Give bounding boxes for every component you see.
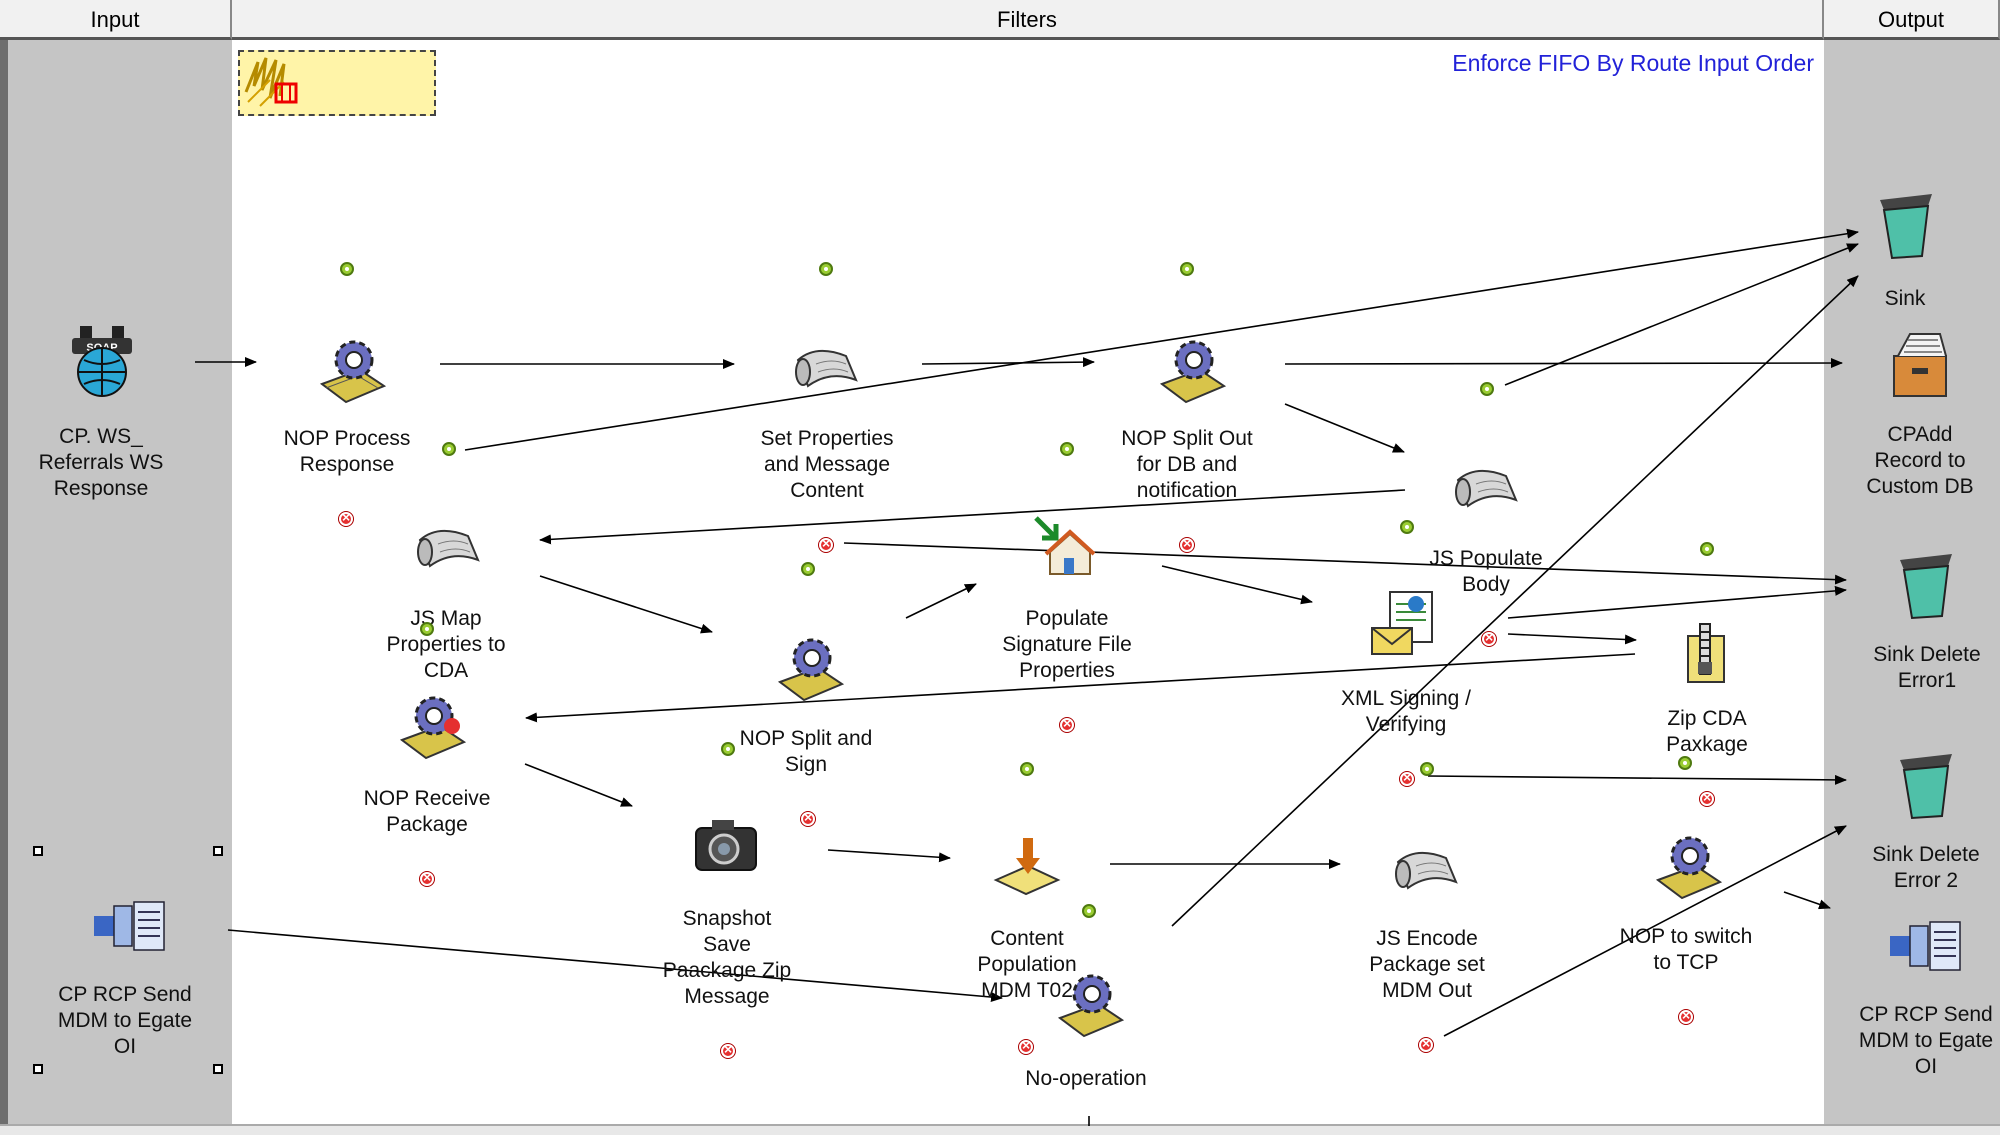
scroll-icon: [1455, 469, 1518, 508]
scroll-icon: [1395, 851, 1458, 890]
success-port[interactable]: [1400, 520, 1414, 534]
house-icon: [1034, 516, 1096, 575]
filter-node-label: No-operation: [1025, 1067, 1147, 1090]
error-port[interactable]: [721, 1041, 735, 1058]
filter-node-label: NOP Receive Package: [363, 787, 491, 836]
success-port[interactable]: [340, 262, 354, 276]
error-port[interactable]: [420, 869, 434, 886]
success-port[interactable]: [1060, 442, 1074, 456]
filter-node-label: Populate Signature File Properties: [1002, 607, 1132, 682]
output-node-label: CPAdd Record to Custom DB: [1866, 423, 1974, 498]
trash-icon: [1880, 194, 1932, 260]
xml-mail-icon: [1371, 591, 1433, 655]
soap-globe-icon: SOAP: [72, 326, 132, 397]
success-port[interactable]: [420, 622, 434, 636]
trash-icon: [1900, 554, 1952, 620]
gear-icon: [319, 340, 387, 404]
content-icon: [993, 838, 1061, 896]
error-port[interactable]: [801, 809, 815, 826]
success-port[interactable]: [1020, 762, 1034, 776]
selection-handle[interactable]: [213, 846, 223, 856]
selection-handle[interactable]: [33, 1064, 43, 1074]
success-port[interactable]: [1678, 756, 1692, 770]
error-port[interactable]: [1419, 1035, 1433, 1052]
zip-icon: [1687, 623, 1725, 683]
success-port[interactable]: [1700, 542, 1714, 556]
filter-node-label: JS Encode Package set MDM Out: [1369, 927, 1485, 1002]
connector-icon: [94, 901, 165, 951]
trash-icon: [1900, 754, 1952, 820]
filter-node-label: Snapshot Save Paackage Zip Message: [662, 907, 792, 1008]
connector-icon: [1890, 921, 1961, 971]
scroll-icon: [795, 349, 858, 388]
database-icon: [1893, 333, 1947, 397]
success-port[interactable]: [442, 442, 456, 456]
error-port[interactable]: [1400, 769, 1414, 786]
error-port[interactable]: [1060, 715, 1074, 732]
success-port[interactable]: [1082, 904, 1096, 918]
filter-node-label: NOP to switch to TCP: [1619, 925, 1753, 974]
success-port[interactable]: [1480, 382, 1494, 396]
input-node-label: CP RCP Send MDM to Egate OI: [57, 983, 193, 1058]
output-node-label: Sink Delete Error 2: [1872, 843, 1980, 892]
error-port[interactable]: [1679, 1007, 1693, 1024]
filter-node-label: NOP Split Out for DB and notification: [1121, 427, 1253, 502]
filter-node-label: XML Signing / Verifying: [1341, 687, 1471, 736]
error-port[interactable]: [1019, 1037, 1033, 1054]
filter-node-label: Set Properties and Message Content: [760, 427, 894, 502]
error-port[interactable]: [1180, 535, 1194, 552]
filter-node-label: NOP Process Response: [283, 427, 411, 476]
input-node-label: CP. WS_ Referrals WS Response: [38, 425, 164, 500]
gear-icon: [777, 638, 845, 702]
output-node-label: CP RCP Send MDM to Egate OI: [1858, 1003, 1994, 1078]
output-node-label: Sink: [1884, 287, 1926, 310]
output-node-label: Sink Delete Error1: [1873, 643, 1981, 692]
error-port[interactable]: [1482, 629, 1496, 646]
gear-icon: [1159, 340, 1227, 404]
camera-icon: [695, 820, 757, 871]
success-port[interactable]: [819, 262, 833, 276]
selection-handle[interactable]: [213, 1064, 223, 1074]
success-port[interactable]: [721, 742, 735, 756]
success-port[interactable]: [1180, 262, 1194, 276]
gear-icon: [1655, 836, 1723, 900]
gear-icon: [399, 696, 467, 760]
filter-node-label: JS Map Properties to CDA: [386, 607, 506, 682]
error-port[interactable]: [339, 509, 353, 526]
scroll-icon: [417, 529, 480, 568]
filter-node-label: NOP Split and Sign: [739, 727, 873, 776]
filter-node-label: Zip CDA Paxkage: [1666, 707, 1748, 756]
selection-handle[interactable]: [33, 846, 43, 856]
gear-icon: [1057, 974, 1125, 1038]
success-port[interactable]: [1420, 762, 1434, 776]
error-port[interactable]: [819, 535, 833, 552]
error-port[interactable]: [1700, 789, 1714, 806]
success-port[interactable]: [801, 562, 815, 576]
